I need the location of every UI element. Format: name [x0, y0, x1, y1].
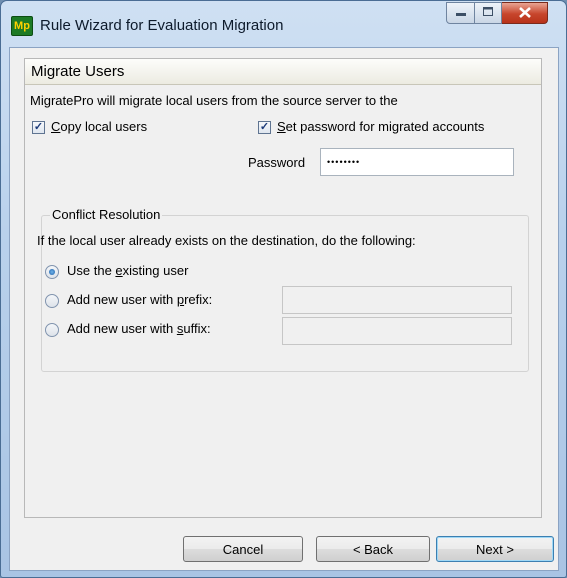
copy-local-users-label[interactable]: Copy local users — [51, 119, 147, 134]
checkmark-icon: ✓ — [259, 121, 270, 133]
window-controls — [446, 2, 548, 24]
panel-title: Migrate Users — [31, 63, 125, 80]
checkmark-icon: ✓ — [33, 121, 44, 133]
use-existing-user-radio[interactable] — [45, 265, 59, 279]
title-bar[interactable]: Mp Rule Wizard for Evaluation Migration — [1, 1, 566, 47]
app-logo-icon: Mp — [11, 16, 33, 36]
password-input[interactable]: •••••••• — [320, 148, 514, 176]
close-icon — [518, 5, 531, 22]
set-password-label[interactable]: Set password for migrated accounts — [277, 119, 484, 134]
back-button[interactable]: < Back — [316, 536, 430, 562]
migrate-users-panel: Migrate Users MigratePro will migrate lo… — [24, 58, 542, 518]
add-suffix-radio[interactable] — [45, 323, 59, 337]
close-button[interactable] — [502, 2, 548, 24]
conflict-resolution-group: Conflict Resolution If the local user al… — [37, 207, 529, 372]
add-prefix-label[interactable]: Add new user with prefix: — [67, 292, 212, 307]
maximize-icon — [483, 7, 493, 19]
group-title: Conflict Resolution — [50, 207, 163, 222]
window-title: Rule Wizard for Evaluation Migration — [40, 17, 284, 34]
add-suffix-label[interactable]: Add new user with suffix: — [67, 321, 211, 336]
conflict-instruction: If the local user already exists on the … — [37, 233, 416, 248]
next-button[interactable]: Next > — [436, 536, 554, 562]
use-existing-user-label[interactable]: Use the existing user — [67, 263, 188, 278]
cancel-button[interactable]: Cancel — [183, 536, 303, 562]
add-prefix-radio[interactable] — [45, 294, 59, 308]
minimize-icon — [455, 7, 466, 19]
wizard-window: Mp Rule Wizard for Evaluation Migration — [0, 0, 567, 578]
prefix-input[interactable] — [282, 286, 512, 314]
client-area: Migrate Users MigratePro will migrate lo… — [9, 47, 559, 571]
copy-local-users-checkbox[interactable]: ✓ — [32, 121, 45, 134]
password-label: Password — [248, 155, 306, 170]
maximize-button[interactable] — [475, 2, 502, 24]
suffix-input[interactable] — [282, 317, 512, 345]
minimize-button[interactable] — [446, 2, 475, 24]
set-password-checkbox[interactable]: ✓ — [258, 121, 271, 134]
panel-header: Migrate Users — [25, 59, 541, 85]
panel-description: MigratePro will migrate local users from… — [30, 93, 398, 108]
